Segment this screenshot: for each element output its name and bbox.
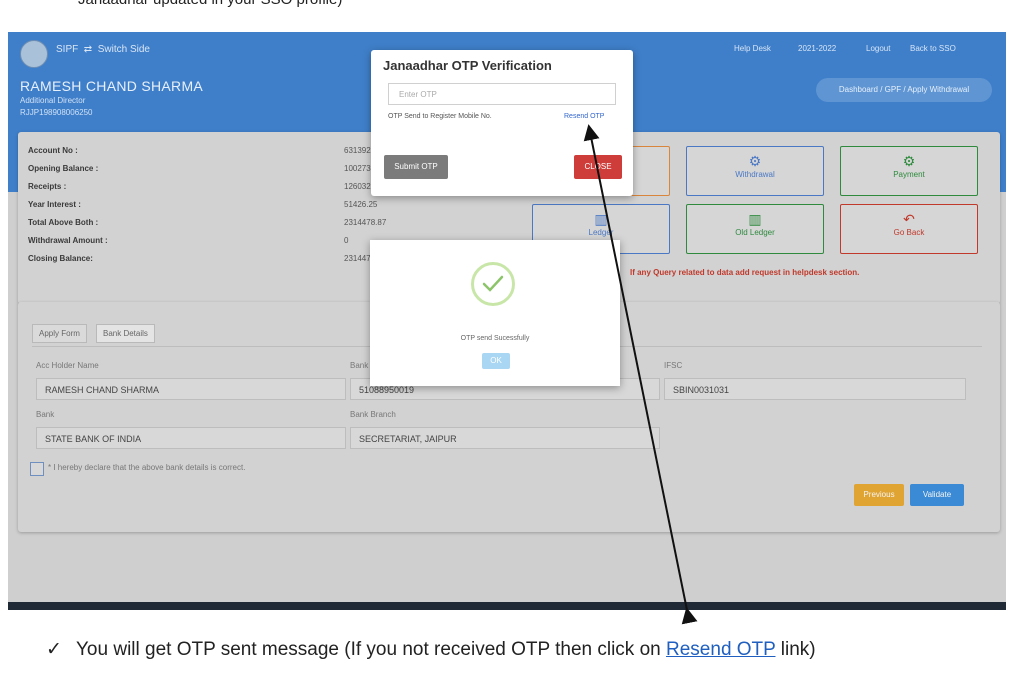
checkmark-icon: ✓ [46,639,62,660]
instruction-prefix: You will get OTP sent message (If you no… [76,639,667,660]
annotation-arrow [583,124,698,625]
instruction-suffix: link) [775,639,816,660]
pointer-arrow-line [583,124,698,625]
resend-otp-text-link[interactable]: Resend OTP [666,639,775,660]
instruction-text: ✓ You will get OTP sent message (If you n… [46,638,816,661]
